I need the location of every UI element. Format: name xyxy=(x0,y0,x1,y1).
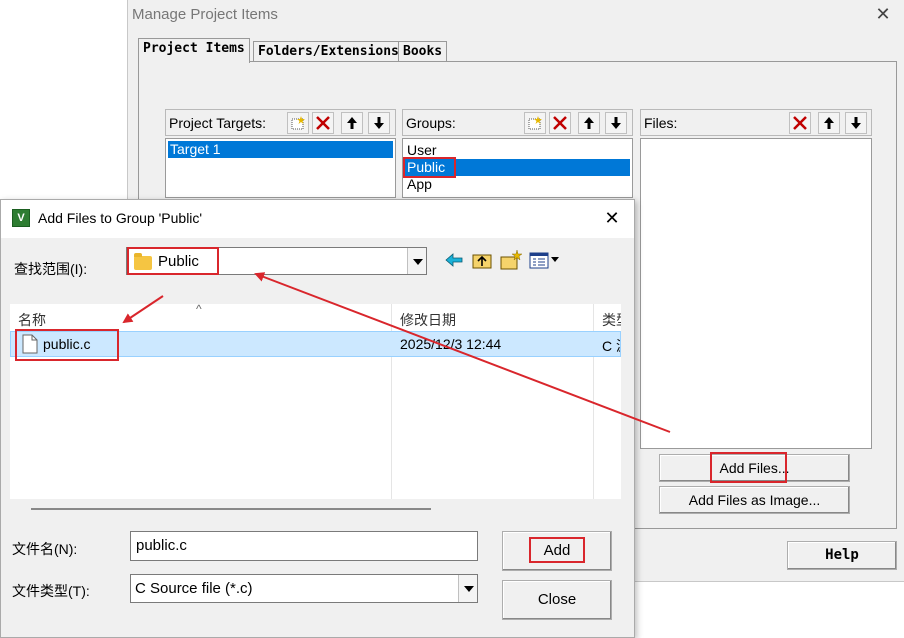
dialog-title: Add Files to Group 'Public' xyxy=(38,210,203,226)
group-item-public[interactable]: Public xyxy=(405,159,630,176)
file-icon xyxy=(22,334,38,354)
files-label: Files: xyxy=(644,115,678,131)
tab-project-items[interactable]: Project Items xyxy=(138,38,250,63)
look-in-label: 查找范围(I): xyxy=(14,261,88,277)
file-row-public-c[interactable]: public.c 2025/12/3 12:44 C 源文件 xyxy=(10,331,621,357)
files-list[interactable] xyxy=(640,138,872,449)
dialog-titlebar: V Add Files to Group 'Public' ✕ xyxy=(1,200,634,238)
group-item-user[interactable]: User xyxy=(405,142,630,159)
close-icon[interactable]: ✕ xyxy=(872,3,894,25)
column-date[interactable]: 修改日期 xyxy=(400,310,456,330)
tab-books[interactable]: Books xyxy=(398,41,448,62)
project-targets-list[interactable]: Target 1 xyxy=(165,138,396,198)
column-name[interactable]: 名称 xyxy=(18,310,46,330)
project-targets-header: Project Targets: xyxy=(165,109,396,136)
new-item-icon xyxy=(528,116,542,130)
back-arrow-icon[interactable] xyxy=(444,250,466,272)
close-icon[interactable]: ✕ xyxy=(600,206,624,230)
add-files-dialog: V Add Files to Group 'Public' ✕ 查找范围(I):… xyxy=(0,199,635,638)
move-up-icon xyxy=(584,117,594,129)
help-button[interactable]: Help xyxy=(787,541,897,570)
filename-label: 文件名(N): xyxy=(12,541,78,557)
add-files-button[interactable]: Add Files... xyxy=(659,454,850,482)
project-targets-label: Project Targets: xyxy=(169,115,267,131)
move-down-icon xyxy=(374,117,384,129)
move-group-up-button[interactable] xyxy=(578,112,600,134)
move-target-up-button[interactable] xyxy=(341,112,363,134)
files-header: Files: xyxy=(640,109,872,136)
file-name: public.c xyxy=(43,336,91,352)
chevron-down-icon[interactable] xyxy=(407,248,426,274)
window-title: Manage Project Items xyxy=(132,6,278,23)
filetype-label: 文件类型(T): xyxy=(12,583,90,599)
filetype-select[interactable]: C Source file (*.c) xyxy=(130,574,478,603)
move-up-icon xyxy=(347,117,357,129)
view-menu-icon[interactable] xyxy=(529,250,567,272)
chevron-down-icon[interactable] xyxy=(458,575,477,602)
filename-input[interactable]: public.c xyxy=(130,531,478,561)
add-button[interactable]: Add xyxy=(502,531,612,571)
groups-label: Groups: xyxy=(406,115,456,131)
new-folder-icon[interactable] xyxy=(500,249,523,272)
move-target-down-button[interactable] xyxy=(368,112,390,134)
move-file-down-button[interactable] xyxy=(845,112,867,134)
target-item[interactable]: Target 1 xyxy=(168,141,393,158)
add-files-as-image-button[interactable]: Add Files as Image... xyxy=(659,486,850,514)
delete-file-button[interactable] xyxy=(789,112,811,134)
new-target-button[interactable] xyxy=(287,112,309,134)
column-type[interactable]: 类型 xyxy=(602,310,621,330)
delete-icon xyxy=(553,116,567,130)
move-file-up-button[interactable] xyxy=(818,112,840,134)
delete-target-button[interactable] xyxy=(312,112,334,134)
file-date: 2025/12/3 12:44 xyxy=(400,336,502,352)
delete-icon xyxy=(793,116,807,130)
move-down-icon xyxy=(851,117,861,129)
groups-list[interactable]: User Public App xyxy=(402,138,633,198)
delete-group-button[interactable] xyxy=(549,112,571,134)
group-item-app[interactable]: App xyxy=(405,176,630,193)
delete-icon xyxy=(316,116,330,130)
file-type: C 源文件 xyxy=(602,338,620,354)
look-in-value: Public xyxy=(158,253,199,270)
sort-arrow-icon[interactable]: ^ xyxy=(196,302,202,316)
close-button[interactable]: Close xyxy=(502,580,612,620)
new-item-icon xyxy=(291,116,305,130)
look-in-combo[interactable]: Public xyxy=(126,247,427,275)
app-icon: V xyxy=(12,209,30,227)
tab-folders-extensions[interactable]: Folders/Extensions xyxy=(253,41,404,62)
horizontal-scrollbar[interactable] xyxy=(31,508,431,510)
new-group-button[interactable] xyxy=(524,112,546,134)
move-group-down-button[interactable] xyxy=(605,112,627,134)
groups-header: Groups: xyxy=(402,109,633,136)
file-list[interactable]: ^ 名称 修改日期 类型 public.c 2025/12/3 12:44 C … xyxy=(10,302,621,499)
up-folder-icon[interactable] xyxy=(472,250,494,272)
folder-icon xyxy=(134,253,152,270)
move-down-icon xyxy=(611,117,621,129)
move-up-icon xyxy=(824,117,834,129)
filetype-value: C Source file (*.c) xyxy=(135,580,253,597)
